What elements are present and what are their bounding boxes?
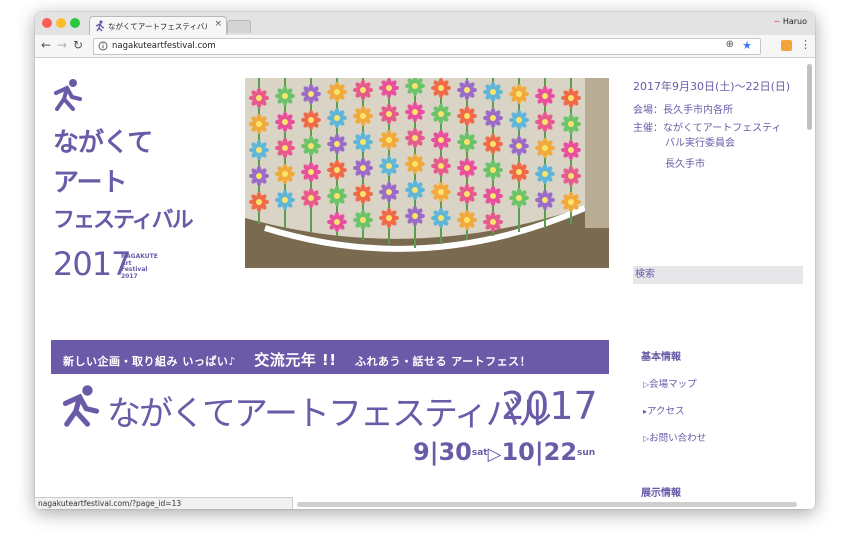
banner-text-center: 交流元年 !! xyxy=(254,351,337,369)
browser-window: ながくてアートフェスティバル 20 × ∽ Haruo ← → ↻ nagaku… xyxy=(35,12,815,509)
nav-item-access[interactable]: ▸アクセス xyxy=(643,403,685,417)
festival-dates: 2017年9月30日(土)～22日(日) xyxy=(633,80,791,93)
bookmark-star-icon[interactable]: ★ xyxy=(742,39,752,52)
nav-label: アクセス xyxy=(647,406,685,417)
forward-icon[interactable]: → xyxy=(57,38,67,52)
tab-close-icon[interactable]: × xyxy=(214,19,222,29)
exhibit-info-heading: 展示情報 xyxy=(641,488,681,499)
basic-info-heading: 基本情報 xyxy=(641,352,681,363)
reload-icon[interactable]: ↻ xyxy=(73,38,83,52)
festival-venue: 会場：長久手市内各所 xyxy=(633,105,733,116)
menu-icon[interactable]: ⋮ xyxy=(800,38,811,51)
organizer-line-2: バル実行委員会 xyxy=(665,138,735,149)
festival-organizer: 主催：ながくてアートフェスティ xyxy=(633,122,782,136)
date-end: 10|22 xyxy=(501,438,578,466)
search-field[interactable]: 検索 xyxy=(633,266,803,284)
logo-line-1: ながくて xyxy=(53,128,153,158)
nav-label: お問い合わせ xyxy=(649,433,707,444)
nav-item-venue-map[interactable]: ▷会場マップ xyxy=(643,376,697,390)
profile-icon: ∽ xyxy=(773,17,781,26)
runner-title-icon xyxy=(62,385,100,427)
user-name: Haruo xyxy=(782,17,807,26)
horizontal-scrollbar[interactable] xyxy=(297,502,797,507)
logo-line-3: フェスティバル xyxy=(53,208,194,233)
banner-text-left: 新しい企画・取り組み いっぱい♪ xyxy=(63,355,236,368)
day-end: sun xyxy=(577,448,596,458)
organizer-line-3: 長久手市 xyxy=(665,159,705,170)
address-bar[interactable]: nagakuteartfestival.com ⊕ ★ xyxy=(93,38,761,55)
runner-logo-icon xyxy=(54,79,82,111)
title-main: ながくてアートフェスティバル xyxy=(107,394,552,434)
zoom-icon[interactable]: ⊕ xyxy=(726,39,734,50)
paper-flowers-image xyxy=(245,78,609,268)
user-profile[interactable]: ∽ Haruo xyxy=(774,17,807,26)
banner-text: 新しい企画・取り組み いっぱい♪ 交流元年 !! ふれあう・話せる アートフェス… xyxy=(63,349,531,370)
runner-favicon-icon xyxy=(95,20,105,32)
browser-tab[interactable]: ながくてアートフェスティバル 20 × xyxy=(89,16,227,36)
close-window-button[interactable] xyxy=(42,18,52,28)
organizer-label: 主催： xyxy=(633,123,663,134)
minimize-window-button[interactable] xyxy=(56,18,66,28)
hero-photo xyxy=(245,78,609,268)
day-start: sat xyxy=(471,448,488,458)
url-text: nagakuteartfestival.com xyxy=(112,41,216,51)
title-bar: ながくてアートフェスティバル 20 × ∽ Haruo xyxy=(35,12,815,36)
tab-title: ながくてアートフェスティバル 20 xyxy=(108,22,208,31)
logo-sub-4: 2017 xyxy=(121,272,138,280)
nav-item-contact[interactable]: ▷お問い合わせ xyxy=(643,430,706,444)
page-content: ながくて アート フェスティバル 2017 NAGAKUTE Art Festi… xyxy=(35,58,815,509)
logo-line-2: アート xyxy=(53,168,127,198)
nav-label: 会場マップ xyxy=(649,379,697,390)
info-icon[interactable] xyxy=(98,41,108,51)
title-year: 2017 xyxy=(501,384,598,428)
banner-text-right: ふれあう・話せる アートフェス！ xyxy=(354,355,532,368)
maximize-window-button[interactable] xyxy=(70,18,80,28)
title-dates: 9|30sat▷10|22sun xyxy=(413,438,595,466)
back-icon[interactable]: ← xyxy=(41,38,51,52)
extension-icon[interactable] xyxy=(781,40,792,51)
organizer-line-1: ながくてアートフェスティ xyxy=(663,123,782,134)
status-bar: nagakuteartfestival.com/?page_id=13 xyxy=(35,497,293,509)
promo-banner: 新しい企画・取り組み いっぱい♪ 交流元年 !! ふれあう・話せる アートフェス… xyxy=(51,340,609,374)
logo-subtitle: NAGAKUTE Art Festival 2017 xyxy=(121,253,158,280)
date-start: 9|30 xyxy=(413,438,472,466)
new-tab-button[interactable] xyxy=(227,20,251,33)
scrollbar-thumb[interactable] xyxy=(807,64,812,130)
logo-year: 2017 xyxy=(53,245,131,283)
arrow-icon: ▷ xyxy=(487,444,502,465)
toolbar: ← → ↻ nagakuteartfestival.com ⊕ ★ ⋮ xyxy=(35,35,815,58)
